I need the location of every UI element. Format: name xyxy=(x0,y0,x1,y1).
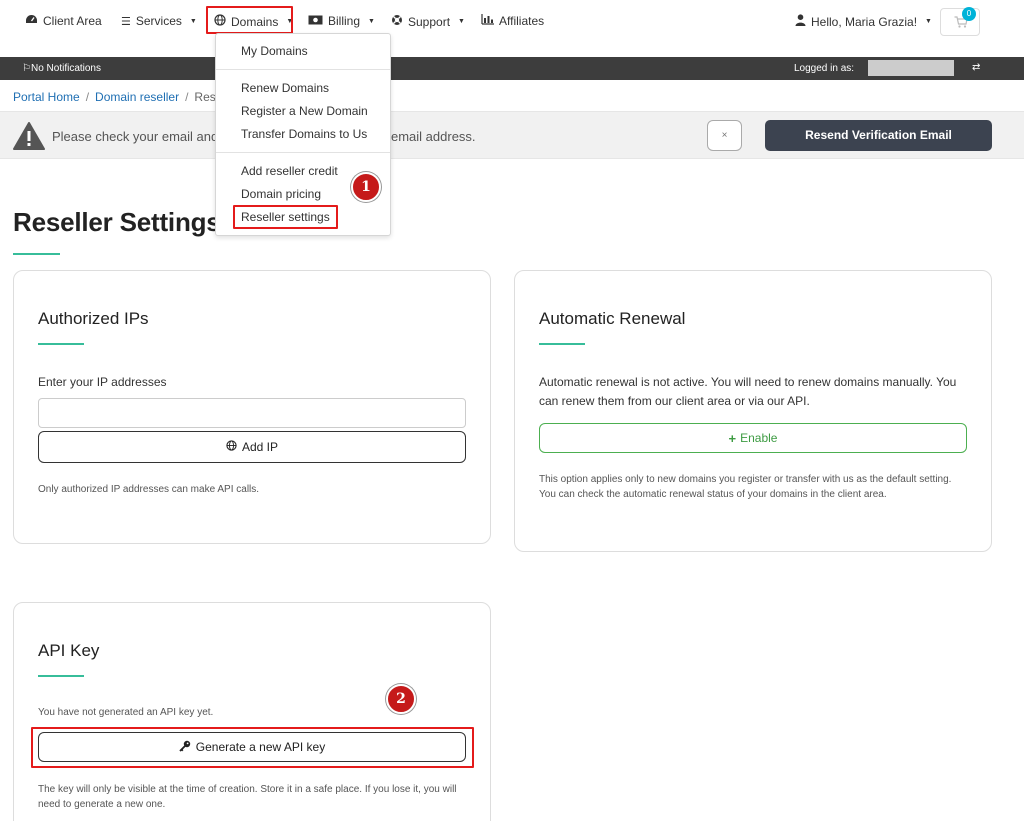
menu-item-add-reseller-credit[interactable]: Add reseller credit xyxy=(241,164,338,178)
menu-item-transfer-domains[interactable]: Transfer Domains to Us xyxy=(241,127,367,141)
logged-in-label: Logged in as: xyxy=(794,63,855,74)
enable-auto-renewal-button[interactable]: + Enable xyxy=(539,423,967,453)
api-key-note: The key will only be visible at the time… xyxy=(38,784,457,810)
domains-highlight-box xyxy=(206,6,293,34)
nav-support[interactable]: Support ▼ xyxy=(391,14,465,29)
auto-renewal-description: Automatic renewal is not active. You wil… xyxy=(539,375,957,408)
cart-count-badge: 0 xyxy=(962,7,976,21)
title-accent-line xyxy=(13,253,60,255)
flag-icon: ⚐ xyxy=(22,63,31,74)
dashboard-icon xyxy=(25,14,38,28)
chevron-down-icon: ▼ xyxy=(925,18,932,25)
nav-affiliates-label: Affiliates xyxy=(499,14,545,28)
card-accent-line xyxy=(539,343,585,345)
money-bill-icon xyxy=(308,15,323,28)
resend-verification-button[interactable]: Resend Verification Email xyxy=(765,120,992,151)
automatic-renewal-title: Automatic Renewal xyxy=(539,309,686,328)
nav-billing-label: Billing xyxy=(328,14,361,28)
add-ip-label: Add IP xyxy=(241,440,279,454)
authorized-ips-note: Only authorized IP addresses can make AP… xyxy=(38,484,260,495)
return-admin-icon[interactable]: ⇄ xyxy=(972,62,980,73)
chart-icon xyxy=(481,14,494,28)
api-key-status: You have not generated an API key yet. xyxy=(38,707,214,718)
generate-key-highlight-box xyxy=(31,727,474,768)
top-navigation: Client Area ☰ Services ▼ Domains ▼ Billi… xyxy=(0,0,1024,42)
add-ip-button[interactable]: Add IP xyxy=(38,431,466,463)
page-title: Reseller Settings xyxy=(13,207,221,237)
ip-input-label: Enter your IP addresses xyxy=(38,375,167,389)
alert-text-end: email address. xyxy=(391,129,476,144)
lifebuoy-icon xyxy=(391,14,403,29)
alert-text-start: Please check your email and xyxy=(52,129,219,144)
api-key-title: API Key xyxy=(38,641,100,660)
card-accent-line xyxy=(38,675,84,677)
chevron-down-icon: ▼ xyxy=(189,17,197,25)
breadcrumb-domain-reseller[interactable]: Domain reseller xyxy=(95,90,179,104)
card-accent-line xyxy=(38,343,84,345)
user-icon xyxy=(795,14,806,29)
menu-item-renew-domains[interactable]: Renew Domains xyxy=(241,81,329,95)
notifications-link[interactable]: ⚐No Notifications xyxy=(22,63,101,74)
plus-icon: + xyxy=(728,430,737,446)
auto-renewal-note: This option applies only to new domains … xyxy=(539,474,952,500)
breadcrumb-home[interactable]: Portal Home xyxy=(13,90,80,104)
nav-services-label: Services xyxy=(135,14,182,28)
enable-label: Enable xyxy=(740,431,778,445)
ip-address-input[interactable] xyxy=(38,398,466,428)
nav-billing[interactable]: Billing ▼ xyxy=(308,14,375,28)
menu-divider xyxy=(216,69,390,70)
menu-bars-icon: ☰ xyxy=(121,15,131,28)
user-menu[interactable]: Hello, Maria Grazia! ▼ xyxy=(795,14,932,29)
globe-icon xyxy=(226,440,237,454)
authorized-ips-title: Authorized IPs xyxy=(38,309,149,328)
notifications-label: No Notifications xyxy=(30,63,101,74)
chevron-down-icon: ▼ xyxy=(368,17,375,25)
notification-bar: ⚐No Notifications Logged in as: ⇄ xyxy=(0,57,1024,80)
chevron-down-icon: ▼ xyxy=(458,18,465,25)
redacted-username xyxy=(868,60,954,76)
nav-support-label: Support xyxy=(408,14,451,29)
menu-divider xyxy=(216,152,390,153)
menu-item-register-domain[interactable]: Register a New Domain xyxy=(241,104,368,118)
nav-affiliates[interactable]: Affiliates xyxy=(481,14,544,28)
warning-icon xyxy=(12,121,46,154)
alert-close-button[interactable]: × xyxy=(707,120,742,151)
step-marker-2: 2 xyxy=(386,684,416,714)
menu-item-domain-pricing[interactable]: Domain pricing xyxy=(241,187,321,201)
breadcrumb: Portal Home / Domain reseller / Rese xyxy=(13,90,223,104)
step-marker-1: 1 xyxy=(351,172,381,202)
menu-item-my-domains[interactable]: My Domains xyxy=(241,44,308,58)
user-greeting: Hello, Maria Grazia! xyxy=(811,14,918,29)
nav-client-area[interactable]: Client Area xyxy=(25,14,102,28)
reseller-settings-highlight-box xyxy=(233,205,338,229)
nav-client-area-label: Client Area xyxy=(43,14,102,28)
nav-services[interactable]: ☰ Services ▼ xyxy=(121,14,197,28)
